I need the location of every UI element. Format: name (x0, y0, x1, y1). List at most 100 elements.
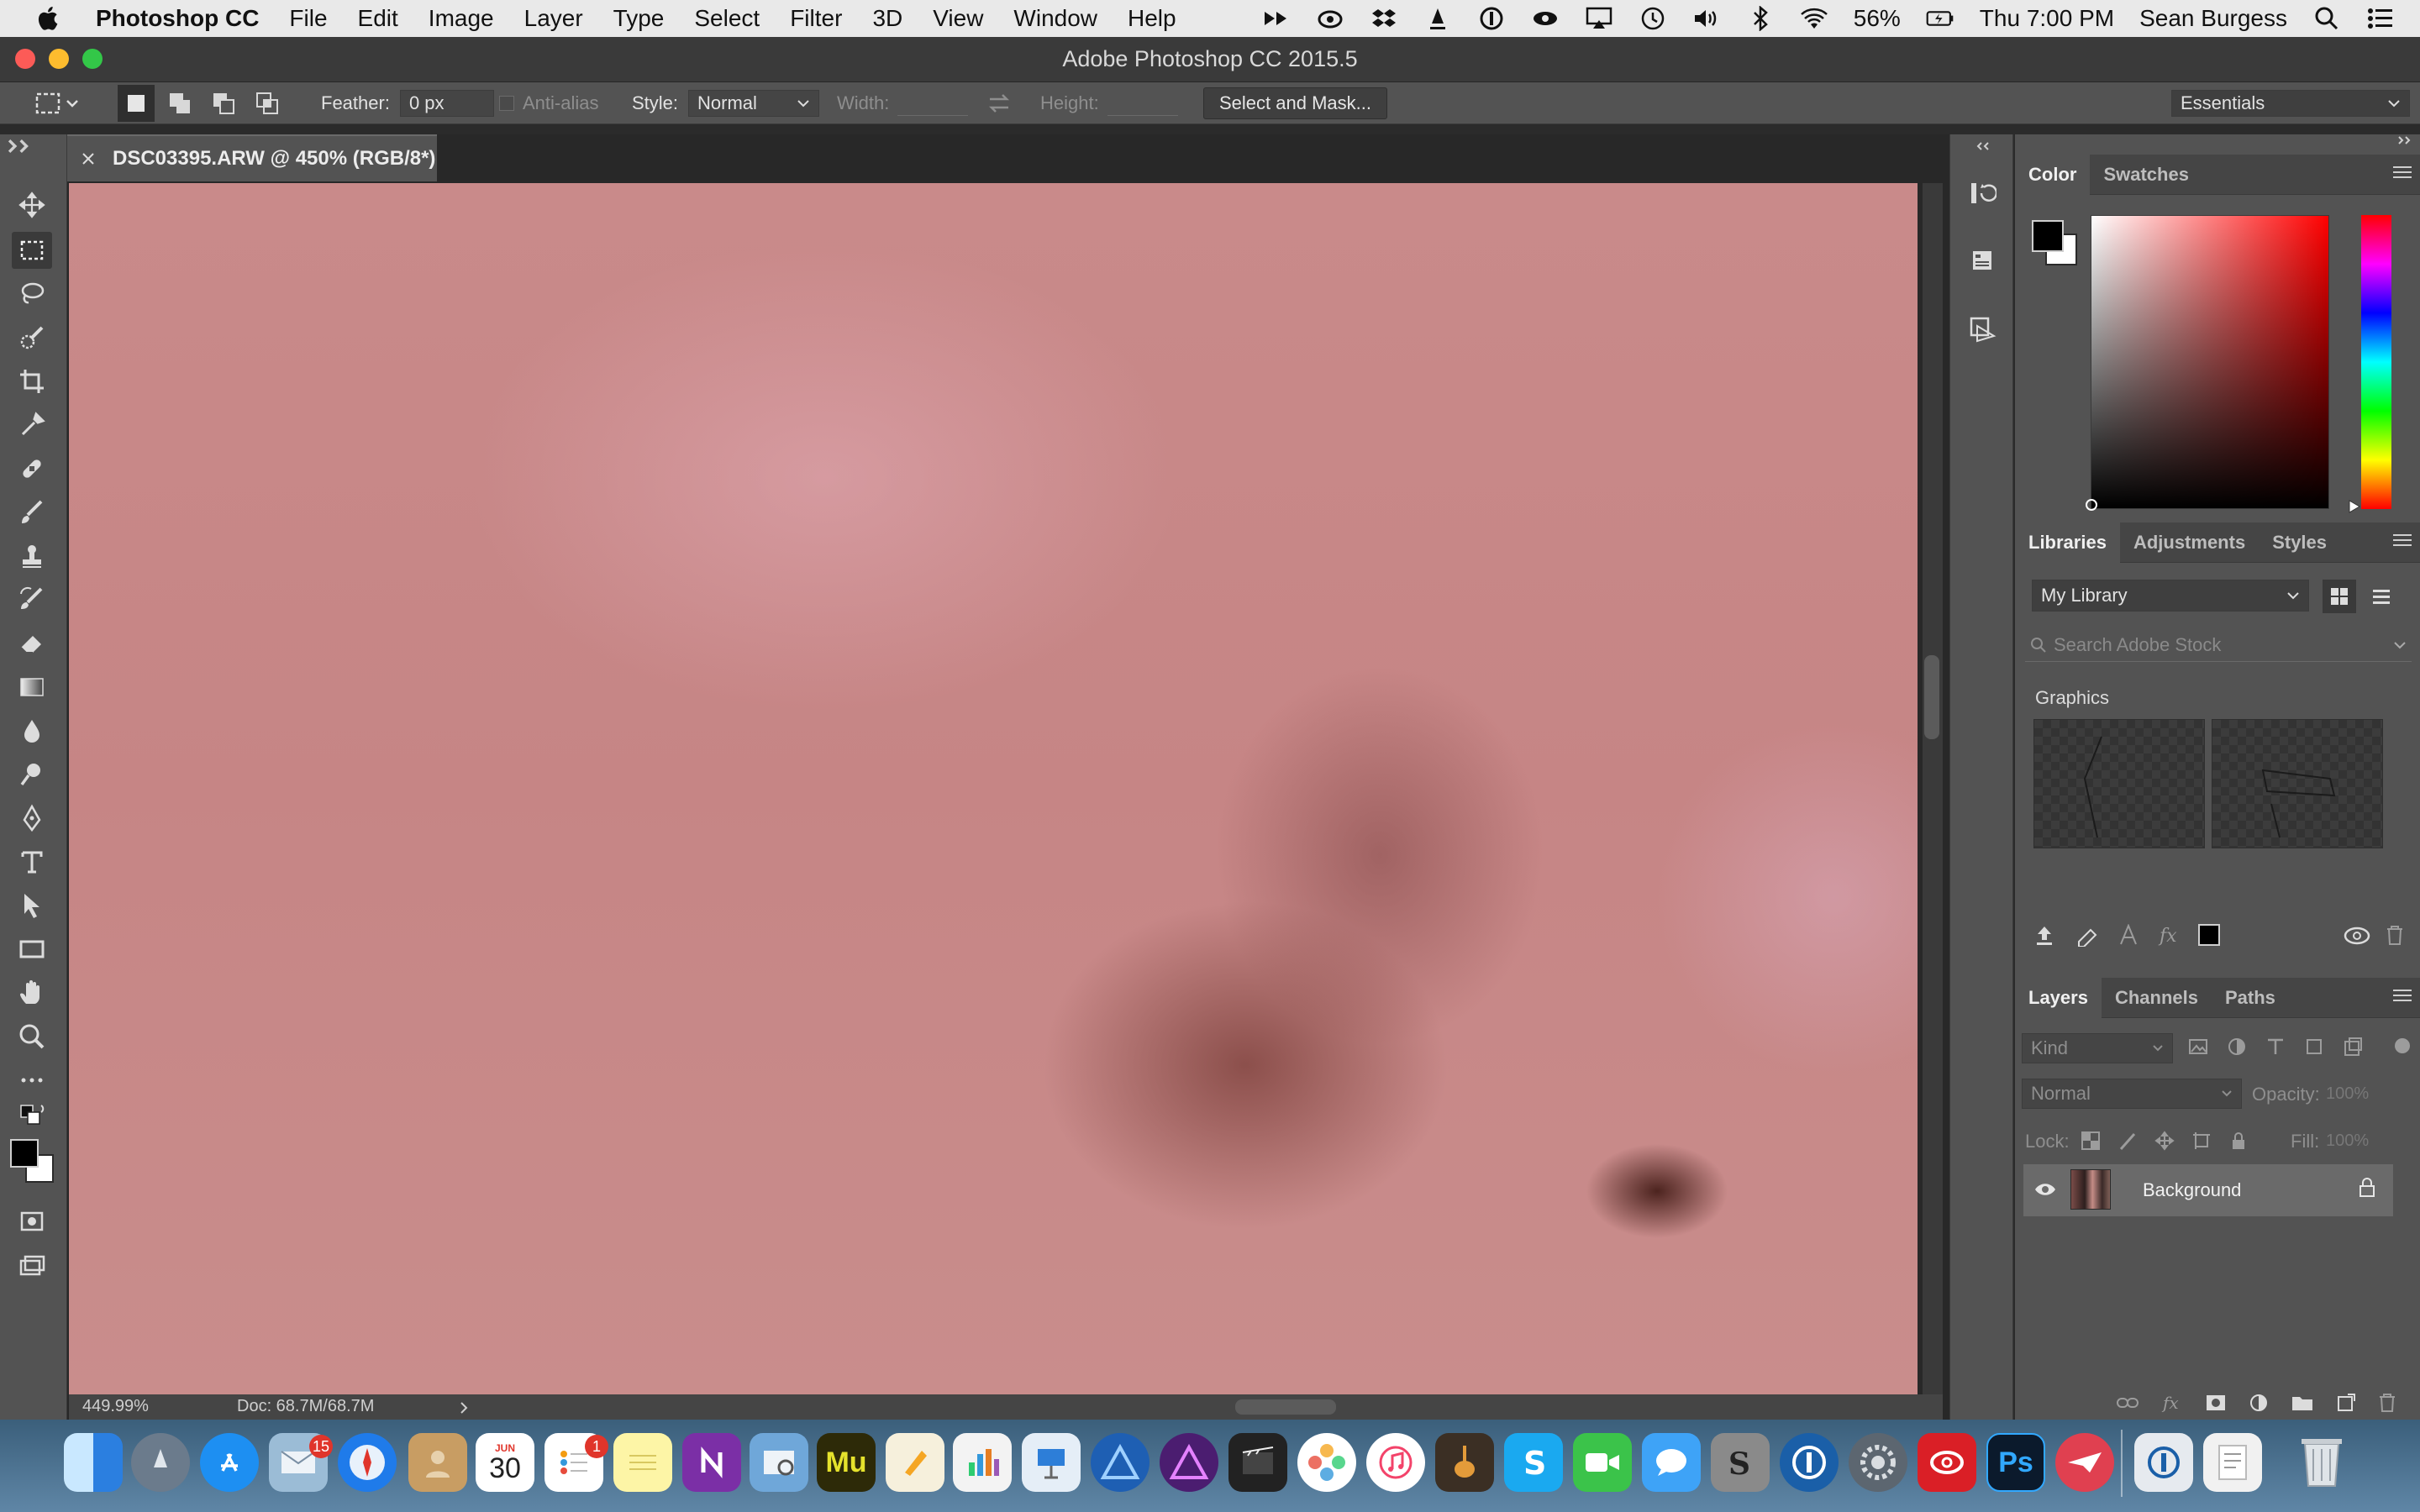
collapse-panels-icon[interactable] (2396, 134, 2413, 151)
fill-input[interactable]: 100% (2326, 1129, 2410, 1154)
type-tool-icon[interactable] (12, 843, 52, 880)
swap-width-height-button[interactable] (986, 82, 1012, 124)
intersect-selection-button[interactable] (249, 85, 286, 122)
menu-clock[interactable]: Thu 7:00 PM (1980, 5, 2114, 32)
zoom-level[interactable]: 449.99% (82, 1397, 149, 1416)
image-canvas[interactable] (69, 183, 1918, 1394)
crop-tool-icon[interactable] (12, 363, 52, 400)
vertical-scroll-thumb[interactable] (1924, 655, 1939, 739)
rectangular-marquee-tool-icon[interactable] (12, 232, 52, 269)
itunes-icon[interactable] (1366, 1433, 1425, 1492)
adobe-stock-search[interactable]: Search Adobe Stock (2025, 628, 2412, 662)
list-view-button[interactable] (2365, 580, 2398, 613)
quick-mask-icon[interactable] (12, 1203, 52, 1240)
user-name[interactable]: Sean Burgess (2139, 5, 2287, 32)
filter-shape-icon[interactable] (2304, 1037, 2324, 1057)
color-field[interactable] (2091, 215, 2329, 509)
tab-libraries[interactable]: Libraries (2015, 522, 2120, 563)
app-store-icon[interactable] (200, 1433, 259, 1492)
menu-image[interactable]: Image (429, 5, 494, 32)
color-panel-menu-icon[interactable] (2393, 166, 2412, 181)
libraries-panel-menu-icon[interactable] (2393, 534, 2412, 549)
screen-mode-icon[interactable] (12, 1248, 52, 1285)
tab-adjustments[interactable]: Adjustments (2120, 522, 2259, 563)
hue-slider[interactable] (2361, 215, 2391, 509)
properties-panel-icon[interactable] (1964, 242, 2001, 279)
filter-type-icon[interactable] (2265, 1037, 2286, 1057)
affinity-designer-icon[interactable] (1091, 1433, 1150, 1492)
spotlight-search-icon[interactable] (2312, 6, 2341, 31)
link-layers-icon[interactable] (2116, 1395, 2139, 1410)
menu-select[interactable]: Select (694, 5, 760, 32)
photos-icon[interactable] (1297, 1433, 1356, 1492)
messages-icon[interactable] (1642, 1433, 1701, 1492)
menu-3d[interactable]: 3D (872, 5, 902, 32)
wifi-icon[interactable] (1800, 6, 1828, 31)
select-and-mask-button[interactable]: Select and Mask... (1203, 87, 1387, 119)
contacts-icon[interactable] (408, 1433, 467, 1492)
tab-layers[interactable]: Layers (2015, 977, 2102, 1018)
menu-view[interactable]: View (933, 5, 983, 32)
creative-cloud-sync-icon[interactable] (2343, 924, 2371, 946)
eyedropper-tool-icon[interactable] (12, 407, 52, 444)
width-input[interactable] (897, 91, 969, 116)
blur-tool-icon[interactable] (12, 712, 52, 749)
feather-input[interactable]: 0 px (399, 90, 494, 117)
bluetooth-icon[interactable] (1746, 6, 1775, 31)
layer-row[interactable]: Background (2023, 1164, 2393, 1216)
move-tool-icon[interactable] (12, 186, 52, 223)
volume-icon[interactable] (1692, 6, 1721, 31)
add-character-style-icon[interactable] (2118, 924, 2139, 946)
add-layer-mask-icon[interactable] (2205, 1393, 2227, 1413)
upload-to-library-icon[interactable] (2033, 924, 2055, 946)
facetime-icon[interactable] (1573, 1433, 1632, 1492)
apple-logo-icon[interactable] (34, 3, 64, 34)
new-group-icon[interactable] (2291, 1393, 2314, 1413)
new-layer-icon[interactable] (2336, 1393, 2356, 1413)
chevron-down-icon[interactable] (2393, 641, 2407, 649)
add-layer-style-icon[interactable]: fx (2161, 1393, 2183, 1413)
clone-stamp-tool-icon[interactable] (12, 538, 52, 575)
hand-tool-icon[interactable] (12, 974, 52, 1011)
foreground-color-swatch[interactable] (10, 1139, 39, 1168)
adobe-muse-icon[interactable]: Mu (817, 1433, 876, 1492)
app-name-menu[interactable]: Photoshop CC (96, 5, 259, 32)
history-brush-tool-icon[interactable] (12, 581, 52, 618)
expand-panels-icon[interactable] (1964, 136, 2001, 156)
antialias-checkbox[interactable] (499, 96, 514, 111)
onepassword-icon[interactable] (1477, 6, 1506, 31)
menu-edit[interactable]: Edit (358, 5, 398, 32)
launchpad-icon[interactable] (131, 1433, 190, 1492)
height-input[interactable] (1107, 91, 1178, 116)
layer-lock-icon[interactable] (2358, 1178, 2376, 1198)
vertical-scrollbar[interactable] (1923, 183, 1943, 1394)
quick-selection-tool-icon[interactable] (12, 319, 52, 356)
photoshop-app-icon[interactable]: Ps (1986, 1433, 2045, 1492)
preview-icon[interactable] (750, 1433, 808, 1492)
lock-artboard-icon[interactable] (2191, 1131, 2212, 1151)
airmail-icon[interactable] (2055, 1433, 2114, 1492)
hue-slider-pointer-icon[interactable] (2348, 499, 2361, 514)
rectangle-tool-icon[interactable] (12, 931, 52, 968)
pages-icon[interactable] (886, 1433, 944, 1492)
grid-view-button[interactable] (2323, 580, 2356, 613)
add-to-selection-button[interactable] (161, 85, 198, 122)
transform-panel-icon[interactable] (1964, 311, 2001, 348)
system-preferences-icon[interactable] (1849, 1433, 1907, 1492)
filter-pixel-icon[interactable] (2188, 1037, 2208, 1057)
healing-brush-tool-icon[interactable] (12, 450, 52, 487)
safari-icon[interactable] (338, 1433, 397, 1492)
trash-icon[interactable] (2385, 924, 2405, 946)
new-adjustment-layer-icon[interactable] (2249, 1393, 2269, 1413)
add-color-icon[interactable] (2075, 923, 2099, 947)
creative-cloud-icon[interactable] (1316, 6, 1344, 31)
subtract-from-selection-button[interactable] (205, 85, 242, 122)
layer-visibility-eye-icon[interactable] (2033, 1181, 2057, 1198)
upload-icon[interactable] (1423, 6, 1452, 31)
filter-toggle-switch[interactable] (2395, 1038, 2410, 1053)
scrivener-icon[interactable]: S (1711, 1433, 1770, 1492)
eraser-tool-icon[interactable] (12, 625, 52, 662)
color-field-picker[interactable] (2086, 499, 2097, 511)
new-selection-button[interactable] (118, 85, 155, 122)
final-cut-pro-icon[interactable] (1228, 1433, 1287, 1492)
